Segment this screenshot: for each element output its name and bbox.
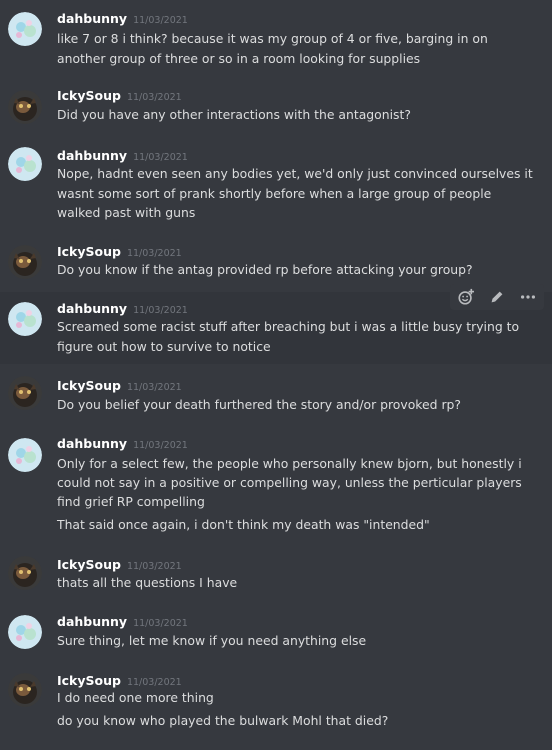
edit-button[interactable] [486,286,508,308]
username[interactable]: IckySoup [57,88,121,103]
avatar-ickysoup[interactable] [8,556,42,590]
message-text: Screamed some racist stuff after breachi… [57,319,520,334]
message-header: IckySoup 11/03/2021 [57,86,182,107]
message-text-followup: That said once again, i don't think my d… [57,517,430,532]
timestamp[interactable]: 11/03/2021 [133,618,188,629]
message-text: Only for a select few, the people who pe… [57,456,522,471]
timestamp[interactable]: 11/03/2021 [127,382,182,393]
message: IckySoup 11/03/2021 I do need one more th… [0,663,552,750]
timestamp[interactable]: 11/03/2021 [133,152,188,163]
message-text: Sure thing, let me know if you need anyt… [57,633,367,648]
username[interactable]: dahbunny [57,148,127,163]
username[interactable]: IckySoup [57,673,121,688]
more-options-button[interactable] [517,286,539,308]
message-header: IckySoup 11/03/2021 [57,242,182,263]
avatar-dahbunny[interactable] [8,147,42,181]
avatar-dahbunny[interactable] [8,615,42,649]
message-text: find grief RP compelling [57,494,205,509]
timestamp[interactable]: 11/03/2021 [133,305,188,316]
message-text: Do you belief your death furthered the s… [57,397,461,412]
avatar-ickysoup[interactable] [8,90,42,124]
more-options-icon [521,295,536,299]
message-text: Do you know if the antag provided rp bef… [57,262,473,277]
username[interactable]: dahbunny [57,614,127,629]
timestamp[interactable]: 11/03/2021 [127,248,182,259]
edit-pencil-icon [491,291,503,303]
timestamp[interactable]: 11/03/2021 [127,561,182,572]
avatar-ickysoup[interactable] [8,245,42,279]
message-text: like 7 or 8 i think? because it was my g… [57,31,488,46]
message: dahbunny 11/03/2021 like 7 or 8 i think? … [0,0,552,78]
message-text: walked past with guns [57,205,196,220]
username[interactable]: IckySoup [57,378,121,393]
message-text: wasnt some sort of prank shortly before … [57,186,492,201]
message-text: another group of three or so in a room l… [57,51,421,66]
message: IckySoup 11/03/2021 Did you have any othe… [0,78,552,135]
timestamp[interactable]: 11/03/2021 [133,440,188,451]
message: IckySoup 11/03/2021 thats all the questio… [0,546,552,603]
avatar-ickysoup[interactable] [8,673,42,707]
avatar-dahbunny[interactable] [8,438,42,472]
message-header: dahbunny 11/03/2021 [57,9,188,30]
message-header: dahbunny 11/03/2021 [57,299,188,320]
message-header: dahbunny 11/03/2021 [57,434,188,455]
message-header: dahbunny 11/03/2021 [57,146,188,167]
message-action-toolbar [450,284,544,310]
username[interactable]: dahbunny [57,11,127,26]
add-reaction-button[interactable] [455,286,477,308]
message-text: Did you have any other interactions with… [57,107,411,122]
message: dahbunny 11/03/2021 Only for a select few… [0,428,552,546]
message-text: I do need one more thing [57,690,214,705]
avatar-dahbunny[interactable] [8,12,42,46]
avatar-ickysoup[interactable] [8,376,42,410]
timestamp[interactable]: 11/03/2021 [127,677,182,688]
message: dahbunny 11/03/2021 Nope, hadnt even seen… [0,135,552,235]
timestamp[interactable]: 11/03/2021 [133,15,188,26]
username[interactable]: dahbunny [57,301,127,316]
message-text-followup: do you know who played the bulwark Mohl … [57,713,389,728]
message-text: Nope, hadnt even seen any bodies yet, we… [57,166,533,181]
message-text: could not say in a positive or compellin… [57,475,522,490]
message: dahbunny 11/03/2021 Sure thing, let me kn… [0,603,552,663]
message: IckySoup 11/03/2021 Do you belief your de… [0,364,552,428]
timestamp[interactable]: 11/03/2021 [127,92,182,103]
avatar-dahbunny[interactable] [8,302,42,336]
username[interactable]: IckySoup [57,557,121,572]
username[interactable]: dahbunny [57,436,127,451]
message-header: dahbunny 11/03/2021 [57,612,188,633]
message-header: IckySoup 11/03/2021 [57,376,182,397]
message-header: IckySoup 11/03/2021 [57,555,182,576]
message-text: thats all the questions I have [57,575,238,590]
message-text: figure out how to survive to notice [57,339,271,354]
add-reaction-icon [458,288,474,305]
username[interactable]: IckySoup [57,244,121,259]
